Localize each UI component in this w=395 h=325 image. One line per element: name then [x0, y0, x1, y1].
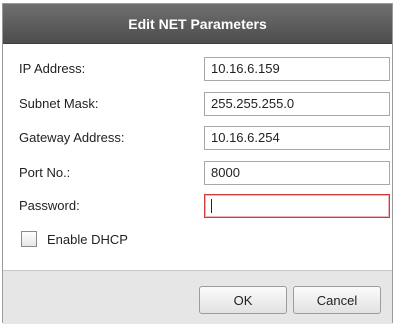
- gateway-address-input[interactable]: 10.16.6.254: [204, 126, 390, 150]
- gateway-address-label: Gateway Address:: [19, 130, 125, 145]
- subnet-mask-input[interactable]: 255.255.255.0: [204, 92, 390, 116]
- dialog-title: Edit NET Parameters: [128, 15, 267, 32]
- password-row: Password:: [19, 194, 390, 220]
- dialog-title-bar[interactable]: Edit NET Parameters: [3, 4, 392, 44]
- enable-dhcp-row[interactable]: Enable DHCP: [21, 229, 128, 249]
- edit-net-parameters-dialog: Edit NET Parameters IP Address: 10.16.6.…: [2, 3, 393, 324]
- ip-address-row: IP Address: 10.16.6.159: [19, 57, 390, 83]
- ok-button[interactable]: OK: [199, 286, 287, 314]
- subnet-mask-row: Subnet Mask: 255.255.255.0: [19, 92, 390, 118]
- ip-address-input[interactable]: 10.16.6.159: [204, 57, 390, 81]
- port-row: Port No.: 8000: [19, 161, 390, 187]
- port-input[interactable]: 8000: [204, 161, 390, 185]
- port-label: Port No.:: [19, 165, 71, 180]
- text-caret: [211, 199, 212, 213]
- password-label: Password:: [19, 198, 80, 213]
- enable-dhcp-checkbox[interactable]: [21, 231, 37, 247]
- gateway-address-row: Gateway Address: 10.16.6.254: [19, 126, 390, 152]
- subnet-mask-label: Subnet Mask:: [19, 96, 99, 111]
- enable-dhcp-label[interactable]: Enable DHCP: [47, 232, 128, 247]
- ip-address-label: IP Address:: [19, 61, 86, 76]
- cancel-button[interactable]: Cancel: [293, 286, 381, 314]
- password-input[interactable]: [204, 194, 390, 218]
